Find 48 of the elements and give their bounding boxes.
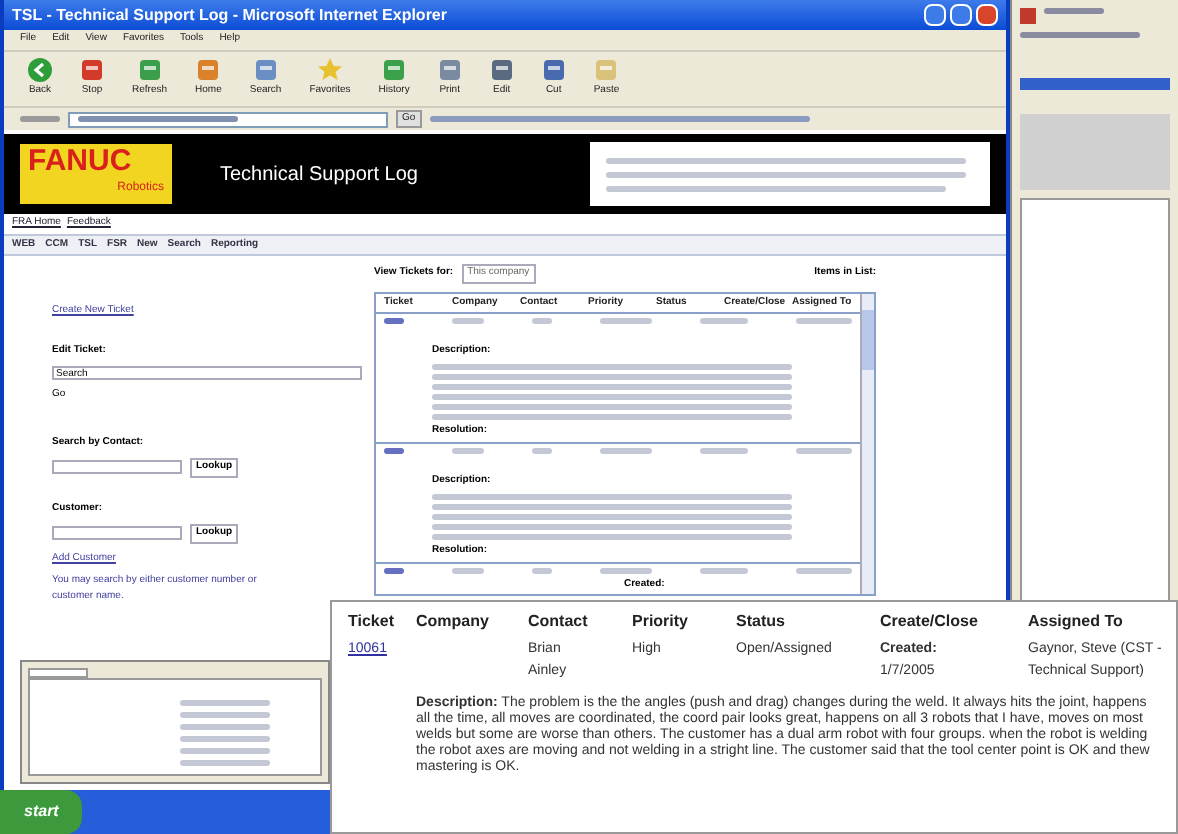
back-icon xyxy=(28,58,52,83)
blurred-text xyxy=(796,448,852,454)
address-field[interactable] xyxy=(68,111,388,127)
start-button[interactable]: start xyxy=(0,790,83,834)
blurred-text xyxy=(796,568,852,574)
blurred-text xyxy=(452,448,484,454)
page-title: Technical Support Log xyxy=(220,161,418,189)
window-title: TSL - Technical Support Log - Microsoft Internet Explorer xyxy=(12,3,447,27)
blurred-text xyxy=(384,448,404,454)
blurred-text xyxy=(700,448,748,454)
blurred-text xyxy=(796,318,852,324)
blurred-text xyxy=(384,318,404,324)
blurred-text xyxy=(532,568,552,574)
blurred-text xyxy=(1020,32,1140,38)
blurred-text xyxy=(452,568,484,574)
blurred-text xyxy=(532,318,552,324)
tab[interactable] xyxy=(28,668,88,678)
blurred-text xyxy=(179,724,269,730)
contact-field[interactable] xyxy=(52,460,182,475)
blurred-text xyxy=(20,116,60,122)
blurred-text xyxy=(384,568,404,574)
column-header: Assigned To xyxy=(1028,610,1125,634)
blurred-text xyxy=(179,760,269,766)
blurred-text xyxy=(700,318,748,324)
customer-field[interactable] xyxy=(52,526,182,541)
star-icon xyxy=(317,58,342,83)
blurred-text xyxy=(179,748,269,754)
scrollbar[interactable] xyxy=(860,293,874,593)
blurred-text xyxy=(600,568,652,574)
column-header: Priority xyxy=(632,610,691,634)
column-header: Create/Close xyxy=(880,610,980,634)
blurred-text xyxy=(532,448,552,454)
blurred-text xyxy=(179,736,269,742)
maximize-button[interactable] xyxy=(950,4,972,26)
blurred-text xyxy=(700,568,748,574)
blurred-text xyxy=(179,712,269,718)
blurred-text xyxy=(600,448,652,454)
blurred-text xyxy=(452,318,484,324)
blurred-text xyxy=(600,318,652,324)
blurred-text xyxy=(179,700,269,706)
blurred-text xyxy=(1044,8,1104,14)
column-header: Contact xyxy=(528,610,590,634)
column-header: Status xyxy=(736,610,787,634)
close-button[interactable] xyxy=(976,4,998,26)
column-header: Company xyxy=(416,610,491,634)
column-header: Ticket xyxy=(348,610,396,634)
minimize-button[interactable] xyxy=(924,4,946,26)
app-icon xyxy=(1020,8,1036,24)
